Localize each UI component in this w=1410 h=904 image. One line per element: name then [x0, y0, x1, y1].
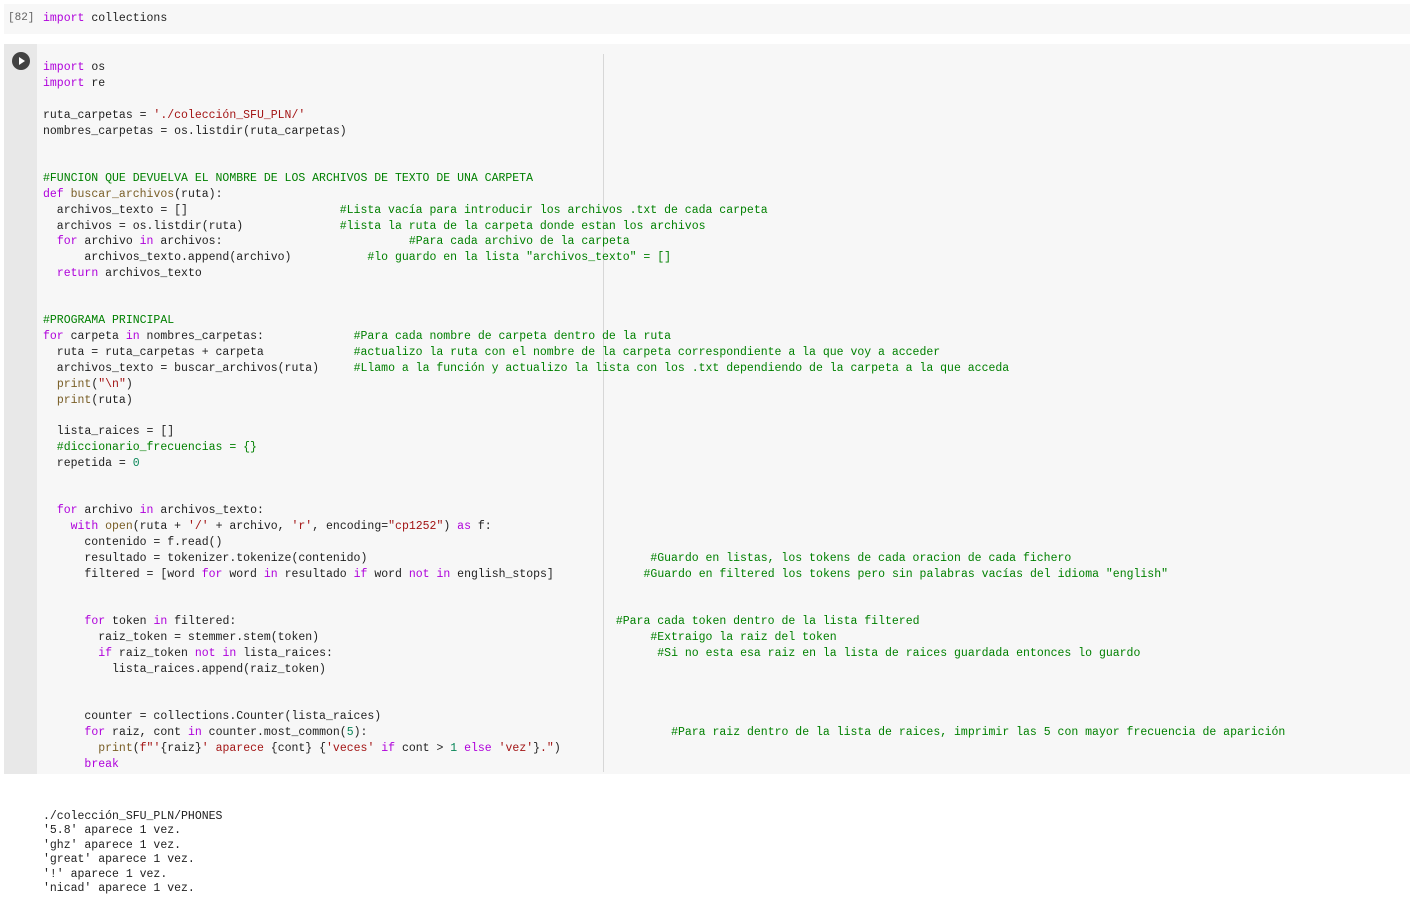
code-cell-main[interactable]: import os import re ruta_carpetas = './col…	[4, 44, 1410, 774]
code-line: lista_raices = []	[43, 425, 175, 438]
output-line: ./colección_SFU_PLN/PHONES	[43, 810, 223, 823]
code-line: counter = collections.Counter(lista_raic…	[43, 710, 382, 723]
code-line: break	[84, 758, 119, 771]
code-line: for raiz, cont in counter.most_common(5)…	[84, 726, 1286, 739]
code-line: print(ruta)	[56, 394, 133, 407]
code-line: archivos_texto.append(archivo) #lo guard…	[43, 251, 672, 264]
code-editor[interactable]: import collections	[43, 12, 167, 25]
code-line: resultado = tokenizer.tokenize(contenido…	[43, 552, 1072, 565]
code-line: for token in filtered: #Para cada token …	[84, 615, 920, 628]
output-line: '!' aparece 1 vez.	[43, 867, 168, 881]
code-line: import collections	[43, 12, 168, 25]
code-line: filtered = [word for word in resultado i…	[43, 568, 1169, 581]
code-line: archivos_texto = buscar_archivos(ruta) #…	[43, 362, 1010, 375]
execution-count: [82]	[8, 12, 35, 24]
code-line: contenido = f.read()	[43, 536, 223, 549]
line-length-ruler	[603, 54, 604, 772]
code-line: nombres_carpetas = os.listdir(ruta_carpe…	[43, 125, 347, 138]
code-line: lista_raices.append(raiz_token)	[43, 663, 326, 676]
cell-gutter	[4, 44, 37, 774]
code-line: ruta_carpetas = './colección_SFU_PLN/'	[43, 109, 306, 122]
code-line: archivos = os.listdir(ruta) #lista la ru…	[43, 220, 706, 233]
run-cell-icon[interactable]	[12, 52, 30, 70]
output-line: 'nicad' aparece 1 vez.	[43, 882, 195, 895]
output-line: 'great' aparece 1 vez.	[43, 853, 195, 867]
code-line: #FUNCION QUE DEVUELVA EL NOMBRE DE LOS A…	[43, 172, 533, 185]
code-line: if raiz_token not in lista_raices: #Si n…	[98, 647, 1141, 660]
code-line: for carpeta in nombres_carpetas: #Para c…	[43, 330, 672, 343]
code-line: import os	[43, 61, 106, 74]
code-line: print("\n")	[56, 378, 133, 391]
code-cell-import-collections[interactable]: [82] import collections	[4, 4, 1410, 34]
code-line: for archivo in archivos_texto:	[56, 504, 264, 517]
code-line: raiz_token = stemmer.stem(token) #Extrai…	[43, 631, 837, 644]
code-line: with open(ruta + '/' + archivo, 'r', enc…	[70, 520, 492, 533]
output-line: 'ghz' aparece 1 vez.	[43, 838, 182, 852]
code-line: #diccionario_frecuencias = {}	[43, 441, 257, 454]
code-line: archivos_texto = [] #Lista vacía para in…	[43, 204, 768, 217]
code-line: #PROGRAMA PRINCIPAL	[43, 314, 175, 327]
code-line: for archivo in archivos: #Para cada arch…	[56, 235, 630, 248]
code-line: print(f"'{raiz}' aparece {cont} {'veces'…	[98, 742, 561, 755]
code-line: return archivos_texto	[56, 267, 202, 280]
code-line: repetida = 0	[43, 457, 140, 470]
output-line: '5.8' aparece 1 vez.	[43, 824, 182, 838]
code-line: ruta = ruta_carpetas + carpeta #actualiz…	[43, 346, 941, 359]
code-line: import re	[43, 77, 106, 90]
code-line: def buscar_archivos(ruta):	[43, 188, 223, 201]
